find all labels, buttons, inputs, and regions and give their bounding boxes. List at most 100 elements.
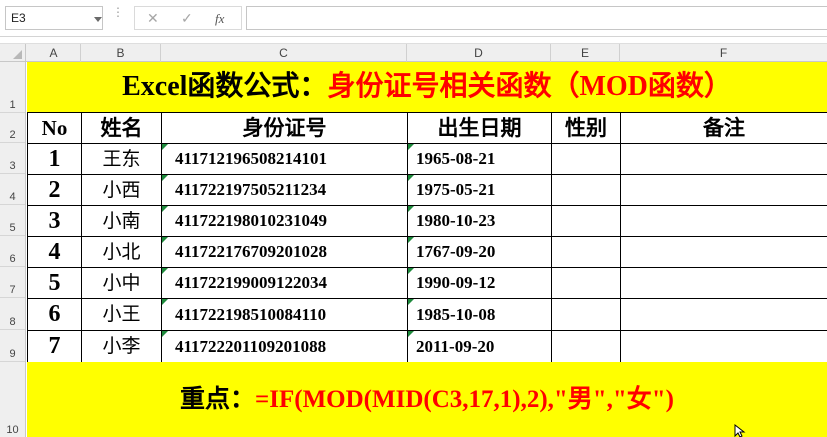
cell-gender[interactable]	[552, 299, 621, 331]
formula-bar: E3 ⋮ ✕ ✓ fx	[0, 0, 827, 37]
cell-note[interactable]	[621, 206, 827, 237]
table-row: 2 小西 411722197505211234 1975-05-21	[28, 175, 827, 206]
cell-name[interactable]: 小西	[82, 175, 162, 206]
column-header-f[interactable]: F	[620, 44, 827, 62]
column-header-a[interactable]: A	[27, 44, 81, 62]
text-number-marker-icon	[162, 206, 168, 212]
header-gender[interactable]: 性别	[552, 113, 621, 144]
text-number-marker-icon	[408, 175, 414, 181]
row-header-3[interactable]: 3	[0, 143, 25, 174]
enter-icon[interactable]: ✓	[181, 10, 193, 27]
worksheet-grid: Excel函数公式：身份证号相关函数（MOD函数） No 姓名 身份证号 出生日…	[27, 62, 827, 437]
more-options-icon[interactable]: ⋮	[112, 6, 124, 18]
sheet-title[interactable]: Excel函数公式：身份证号相关函数（MOD函数）	[27, 66, 827, 108]
column-header-d[interactable]: D	[407, 44, 551, 62]
row-header-8[interactable]: 8	[0, 298, 25, 330]
cell-id[interactable]: 411722197505211234	[162, 175, 408, 206]
cell-name[interactable]: 小李	[82, 331, 162, 363]
chevron-down-icon[interactable]	[94, 17, 102, 22]
text-number-marker-icon	[162, 175, 168, 181]
cell-note[interactable]	[621, 144, 827, 175]
cell-name[interactable]: 小中	[82, 268, 162, 299]
text-number-marker-icon	[408, 268, 414, 274]
cell-id[interactable]: 411722176709201028	[162, 237, 408, 268]
cell-birth[interactable]: 1985-10-08	[408, 299, 552, 331]
table-row: 3 小南 411722198010231049 1980-10-23	[28, 206, 827, 237]
table-row: 4 小北 411722176709201028 1767-09-20	[28, 237, 827, 268]
cell-note[interactable]	[621, 268, 827, 299]
column-header-e[interactable]: E	[551, 44, 620, 62]
cell-id[interactable]: 411722198510084110	[162, 299, 408, 331]
row-header-2[interactable]: 2	[0, 113, 25, 143]
formula-label: 重点：	[179, 386, 255, 413]
cell-name[interactable]: 小王	[82, 299, 162, 331]
column-header-b[interactable]: B	[81, 44, 161, 62]
cell-note[interactable]	[621, 175, 827, 206]
text-number-marker-icon	[408, 331, 414, 337]
text-number-marker-icon	[162, 144, 168, 150]
key-formula[interactable]: 重点：=IF(MOD(MID(C3,17,1),2),"男","女")	[27, 363, 827, 437]
text-number-marker-icon	[162, 299, 168, 305]
cell-id[interactable]: 411722198010231049	[162, 206, 408, 237]
formula-text: =IF(MOD(MID(C3,17,1),2),"男","女")	[255, 386, 674, 413]
cell-birth[interactable]: 1990-09-12	[408, 268, 552, 299]
cell-birth[interactable]: 2011-09-20	[408, 331, 552, 363]
row-header-10[interactable]: 10	[0, 362, 25, 437]
cell-note[interactable]	[621, 299, 827, 331]
cell-no[interactable]: 7	[28, 331, 82, 363]
table-row: 6 小王 411722198510084110 1985-10-08	[28, 299, 827, 331]
formula-input[interactable]	[246, 6, 827, 30]
cell-note[interactable]	[621, 237, 827, 268]
cell-id[interactable]: 411722199009122034	[162, 268, 408, 299]
cell-no[interactable]: 3	[28, 206, 82, 237]
select-all-button[interactable]	[0, 44, 26, 62]
table-row: 7 小李 411722201109201088 2011-09-20	[28, 331, 827, 363]
text-number-marker-icon	[408, 237, 414, 243]
table-row: 5 小中 411722199009122034 1990-09-12	[28, 268, 827, 299]
cell-name[interactable]: 小南	[82, 206, 162, 237]
row-header-7[interactable]: 7	[0, 267, 25, 298]
header-no[interactable]: No	[28, 113, 82, 144]
cell-gender[interactable]	[552, 237, 621, 268]
cell-gender[interactable]	[552, 144, 621, 175]
cell-birth[interactable]: 1980-10-23	[408, 206, 552, 237]
data-table: No 姓名 身份证号 出生日期 性别 备注 1 王东 4117121965082…	[27, 112, 827, 363]
header-name[interactable]: 姓名	[82, 113, 162, 144]
cell-gender[interactable]	[552, 331, 621, 363]
text-number-marker-icon	[162, 237, 168, 243]
header-id[interactable]: 身份证号	[162, 113, 408, 144]
cell-no[interactable]: 2	[28, 175, 82, 206]
cell-birth[interactable]: 1767-09-20	[408, 237, 552, 268]
title-prefix: Excel函数公式：	[122, 71, 328, 102]
name-box-value: E3	[11, 11, 26, 25]
cell-birth[interactable]: 1975-05-21	[408, 175, 552, 206]
cell-no[interactable]: 4	[28, 237, 82, 268]
column-header-c[interactable]: C	[161, 44, 407, 62]
row-header-4[interactable]: 4	[0, 174, 25, 205]
cell-name[interactable]: 王东	[82, 144, 162, 175]
cell-no[interactable]: 6	[28, 299, 82, 331]
cell-id[interactable]: 411722201109201088	[162, 331, 408, 363]
row-header-5[interactable]: 5	[0, 205, 25, 236]
cancel-icon[interactable]: ✕	[147, 10, 159, 27]
cell-note[interactable]	[621, 331, 827, 363]
name-box[interactable]: E3	[5, 6, 103, 30]
text-number-marker-icon	[162, 268, 168, 274]
title-topic: 身份证号相关函数（MOD函数）	[327, 71, 732, 102]
cell-id[interactable]: 411712196508214101	[162, 144, 408, 175]
fx-icon[interactable]: fx	[215, 11, 224, 27]
header-birth[interactable]: 出生日期	[408, 113, 552, 144]
cell-gender[interactable]	[552, 206, 621, 237]
cell-name[interactable]: 小北	[82, 237, 162, 268]
select-all-icon	[13, 50, 22, 59]
cell-no[interactable]: 5	[28, 268, 82, 299]
cell-gender[interactable]	[552, 175, 621, 206]
text-number-marker-icon	[408, 144, 414, 150]
row-header-9[interactable]: 9	[0, 330, 25, 362]
row-header-6[interactable]: 6	[0, 236, 25, 267]
row-header-1[interactable]: 1	[0, 62, 25, 113]
cell-gender[interactable]	[552, 268, 621, 299]
cell-birth[interactable]: 1965-08-21	[408, 144, 552, 175]
header-note[interactable]: 备注	[621, 113, 827, 144]
cell-no[interactable]: 1	[28, 144, 82, 175]
